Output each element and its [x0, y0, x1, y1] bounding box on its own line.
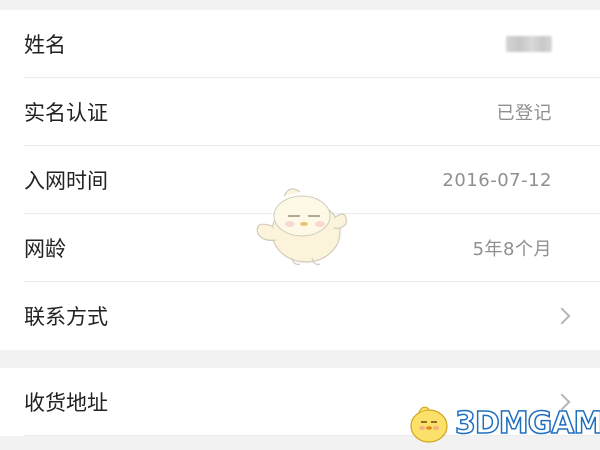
section-spacer — [0, 350, 600, 368]
row-contact-method[interactable]: 联系方式 — [0, 282, 600, 350]
network-join-date-value: 2016-07-12 — [442, 169, 552, 191]
bird-mascot-icon — [256, 188, 347, 265]
watermark-text: 3DMGAME — [454, 405, 600, 442]
network-age-label: 网龄 — [24, 237, 66, 261]
network-join-date-label: 入网时间 — [24, 169, 108, 193]
chevron-right-icon — [553, 307, 571, 325]
real-name-verification-value: 已登记 — [496, 103, 552, 124]
watermark: 3DMGAME — [405, 398, 600, 448]
shipping-address-label: 收货地址 — [24, 391, 108, 415]
contact-method-label: 联系方式 — [24, 305, 108, 329]
real-name-verification-label: 实名认证 — [24, 101, 108, 125]
3dm-mascot-logo-icon — [410, 406, 448, 443]
top-spacer — [0, 0, 600, 10]
row-real-name-verification[interactable]: 实名认证 已登记 — [0, 78, 600, 146]
name-value-redacted — [506, 36, 552, 52]
network-age-value: 5年8个月 — [472, 239, 552, 260]
name-label: 姓名 — [24, 33, 66, 57]
row-name[interactable]: 姓名 — [0, 10, 600, 78]
